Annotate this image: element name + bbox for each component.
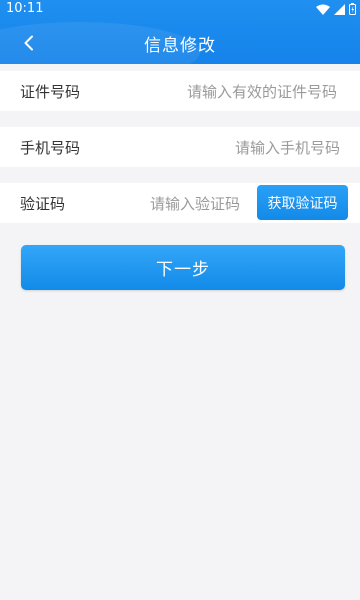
- phone-label: 手机号码: [20, 138, 81, 157]
- page-title: 信息修改: [144, 36, 216, 56]
- status-bar: 10:11: [0, 0, 360, 18]
- phone-input[interactable]: 请输入手机号码: [235, 137, 340, 158]
- status-time: 10:11: [6, 1, 44, 16]
- cellular-signal-icon: [334, 3, 345, 15]
- header: 10:11 信息修改: [0, 0, 360, 64]
- get-code-button[interactable]: 获取验证码: [257, 185, 348, 220]
- next-button[interactable]: 下一步: [21, 245, 345, 290]
- battery-icon: [349, 3, 356, 15]
- id-number-label: 证件号码: [20, 82, 81, 101]
- verification-input[interactable]: 请输入验证码: [150, 193, 240, 214]
- id-number-input[interactable]: 请输入有效的证件号码: [187, 81, 337, 102]
- nav-bar: 信息修改: [0, 22, 360, 64]
- phone-row[interactable]: 手机号码 请输入手机号码: [0, 127, 360, 167]
- id-number-row[interactable]: 证件号码 请输入有效的证件号码: [0, 71, 360, 111]
- verification-label: 验证码: [20, 194, 66, 213]
- wifi-icon: [316, 4, 330, 15]
